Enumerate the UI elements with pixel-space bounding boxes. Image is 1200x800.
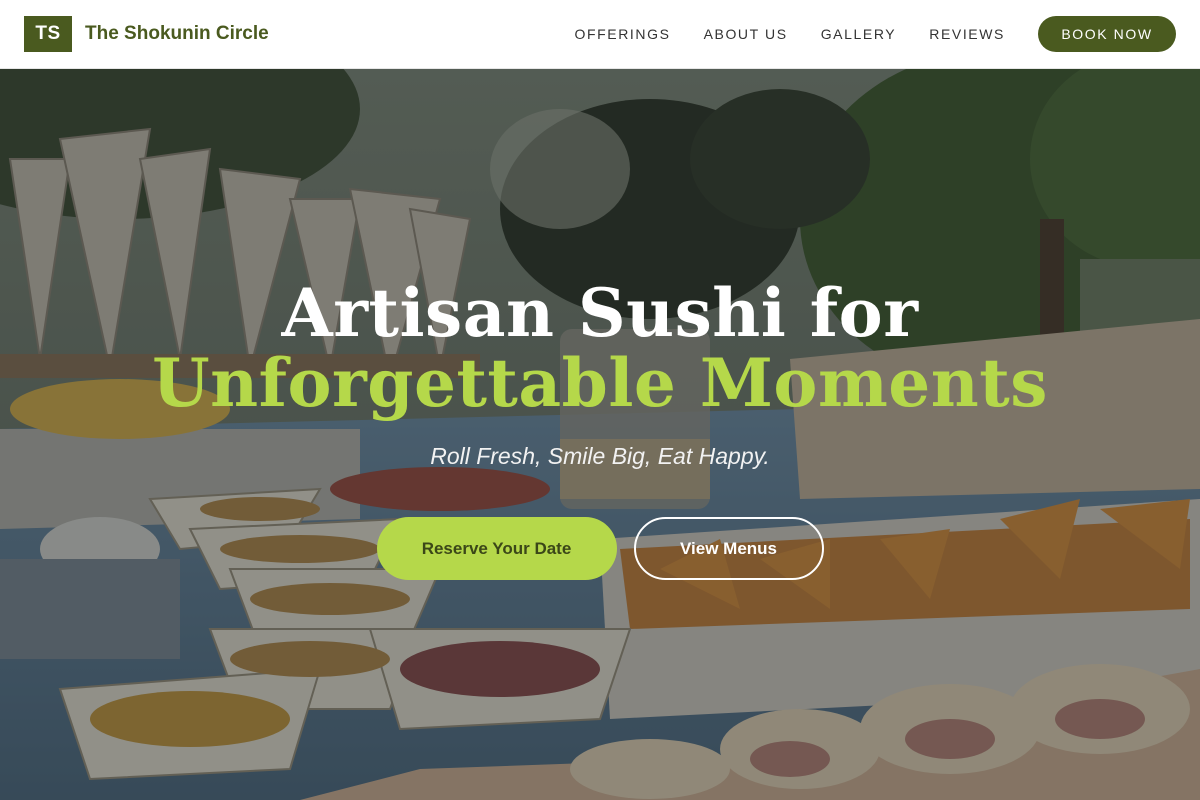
nav-link-reviews[interactable]: REVIEWS xyxy=(929,26,1005,42)
main-nav: OFFERINGS ABOUT US GALLERY REVIEWS BOOK … xyxy=(541,16,1176,52)
nav-link-about-us[interactable]: ABOUT US xyxy=(704,26,788,42)
hero-headline-line1: Artisan Sushi for xyxy=(281,274,919,352)
hero-section: Artisan Sushi for Unforgettable Moments … xyxy=(0,69,1200,800)
nav-link-gallery[interactable]: GALLERY xyxy=(821,26,897,42)
site-header: TS The Shokunin Circle OFFERINGS ABOUT U… xyxy=(0,0,1200,69)
brand-name[interactable]: The Shokunin Circle xyxy=(85,23,269,45)
nav-link-offerings[interactable]: OFFERINGS xyxy=(574,26,670,42)
hero-cta-row: Reserve Your Date View Menus xyxy=(0,517,1200,580)
hero-dark-overlay xyxy=(0,69,1200,800)
book-now-button[interactable]: BOOK NOW xyxy=(1038,16,1176,52)
reserve-date-button[interactable]: Reserve Your Date xyxy=(376,517,617,580)
hero-headline-line2: Unforgettable Moments xyxy=(152,344,1048,422)
view-menus-button[interactable]: View Menus xyxy=(633,517,824,580)
logo-badge[interactable]: TS xyxy=(24,16,72,52)
hero-tagline: Roll Fresh, Smile Big, Eat Happy. xyxy=(430,443,770,469)
